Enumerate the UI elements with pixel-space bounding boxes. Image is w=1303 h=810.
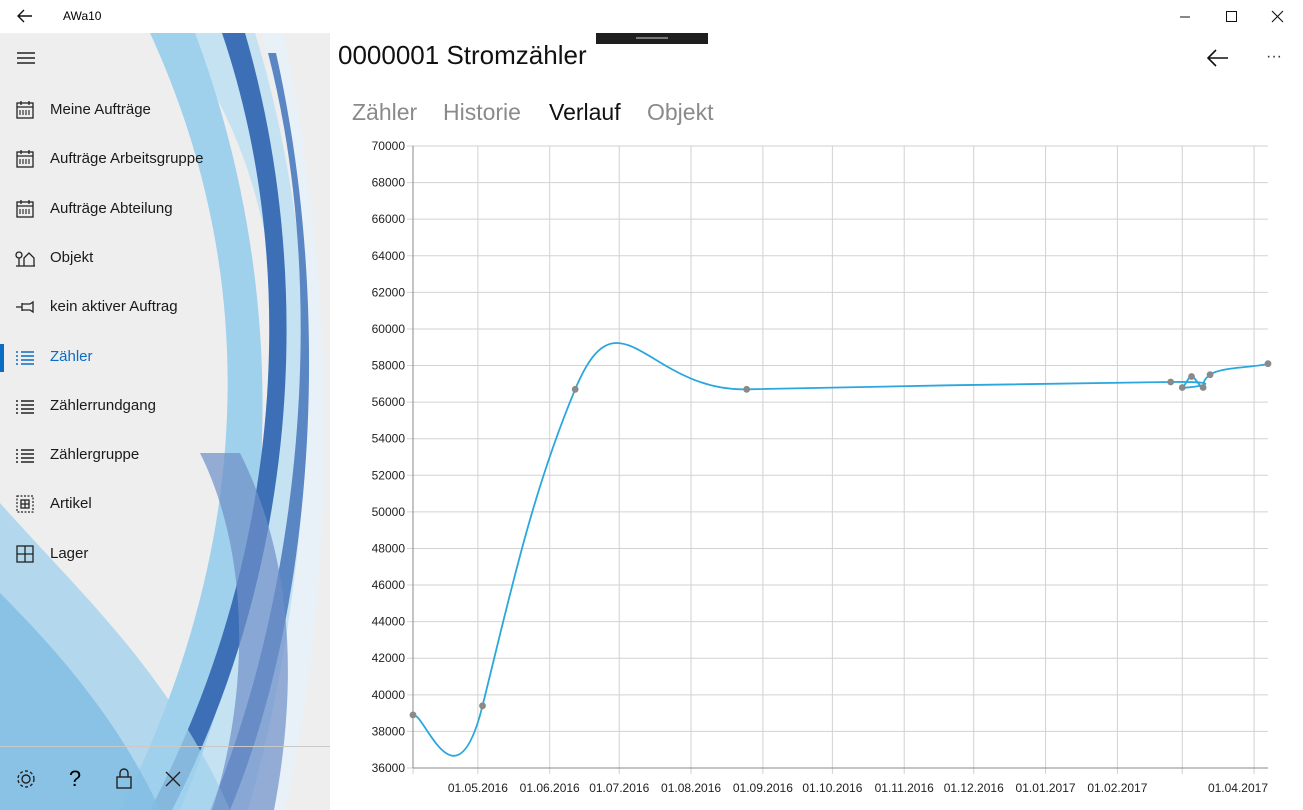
list-icon	[16, 400, 34, 414]
lock-icon	[116, 768, 132, 789]
sidebar-item-zaehlerrundgang[interactable]: Zählerrundgang	[0, 382, 330, 431]
tab-zaehler[interactable]: Zähler	[352, 99, 417, 126]
minimize-button[interactable]	[1162, 0, 1208, 33]
tab-verlauf[interactable]: Verlauf	[549, 99, 621, 126]
sidebar-item-lager[interactable]: Lager	[0, 530, 330, 579]
data-point	[479, 702, 486, 710]
y-tick-label: 58000	[372, 359, 406, 373]
y-tick-label: 70000	[372, 139, 406, 153]
sidebar-item-kein-aktiver-auftrag[interactable]: kein aktiver Auftrag	[0, 283, 330, 332]
y-tick-label: 64000	[372, 249, 406, 263]
close-window-button[interactable]	[1254, 0, 1300, 33]
x-tick-label: 01.04.2017	[1208, 781, 1268, 795]
sidebar-item-label: Objekt	[50, 248, 94, 266]
title-bar: AWa10	[0, 0, 1303, 33]
y-tick-label: 68000	[372, 176, 406, 190]
sidebar-item-label: Zähler	[50, 347, 93, 365]
y-tick-label: 38000	[372, 724, 406, 738]
sidebar-item-label: kein aktiver Auftrag	[50, 298, 178, 316]
sidebar-item-label: Aufträge Abteilung	[50, 199, 173, 217]
sidebar-item-label: Artikel	[50, 495, 92, 513]
x-tick-label: 01.11.2016	[875, 781, 934, 795]
y-tick-label: 48000	[372, 541, 406, 555]
x-tick-label: 01.10.2016	[802, 781, 862, 795]
sidebar-item-label: Zählergruppe	[50, 446, 140, 464]
list-icon	[16, 350, 34, 365]
help-button[interactable]: ?	[62, 766, 88, 792]
exit-button[interactable]	[160, 766, 186, 792]
y-tick-label: 50000	[372, 505, 406, 519]
y-tick-label: 44000	[372, 615, 406, 629]
y-tick-label: 36000	[372, 761, 406, 775]
close-icon	[165, 771, 181, 787]
sidebar-item-label: Zählerrundgang	[50, 396, 156, 414]
active-indicator	[0, 343, 4, 372]
data-point	[1206, 371, 1214, 379]
sidebar-item-objekt[interactable]: Objekt	[0, 234, 330, 283]
sidebar-divider	[0, 746, 330, 747]
y-tick-label: 40000	[372, 688, 406, 702]
window-title: AWa10	[63, 9, 102, 23]
back-arrow-icon[interactable]	[10, 4, 40, 28]
gear-icon	[17, 770, 35, 788]
box-icon	[16, 495, 34, 513]
more-options-button[interactable]: ···	[1262, 45, 1292, 71]
y-tick-label: 52000	[372, 468, 406, 482]
x-tick-label: 01.05.2016	[448, 781, 508, 795]
tab-historie[interactable]: Historie	[443, 99, 521, 126]
x-tick-label: 01.08.2016	[661, 781, 721, 795]
more-icon: ···	[1266, 48, 1282, 65]
data-point	[1167, 378, 1175, 386]
settings-button[interactable]	[13, 766, 39, 792]
maximize-button[interactable]	[1208, 0, 1254, 33]
y-tick-label: 62000	[372, 285, 406, 299]
data-point	[743, 385, 751, 393]
page-title: 0000001 Stromzähler	[338, 40, 587, 70]
data-point	[1199, 384, 1207, 391]
calendar-icon	[16, 199, 34, 218]
sidebar-item-zaehler[interactable]: Zähler	[0, 333, 330, 382]
series-line	[412, 342, 1269, 757]
y-tick-label: 56000	[372, 395, 406, 409]
calendar-icon	[16, 101, 34, 119]
data-point	[571, 385, 579, 393]
y-tick-label: 54000	[372, 432, 406, 446]
drag-handle[interactable]	[596, 33, 708, 44]
sidebar-item-auftraege-arbeitsgruppe[interactable]: Aufträge Arbeitsgruppe	[0, 135, 330, 184]
home-icon	[15, 251, 35, 267]
x-tick-label: 01.02.2017	[1087, 781, 1147, 795]
pin-icon	[16, 300, 34, 314]
grid-icon	[16, 545, 34, 563]
sidebar-item-label: Aufträge Arbeitsgruppe	[50, 150, 204, 168]
sidebar-item-label: Meine Aufträge	[50, 101, 151, 118]
x-tick-label: 01.12.2016	[944, 781, 1004, 795]
sidebar-item-meine-auftraege[interactable]: Meine Aufträge	[0, 86, 330, 135]
sidebar-item-label: Lager	[50, 544, 89, 562]
data-point	[1264, 360, 1272, 368]
help-icon: ?	[68, 766, 82, 791]
data-point	[409, 711, 417, 719]
x-tick-label: 01.01.2017	[1016, 781, 1076, 795]
tab-objekt[interactable]: Objekt	[647, 99, 713, 126]
list-icon	[16, 449, 34, 463]
x-tick-label: 01.06.2016	[520, 781, 580, 795]
x-tick-label: 01.07.2016	[589, 781, 649, 795]
y-tick-label: 42000	[372, 651, 406, 665]
y-tick-label: 66000	[372, 212, 406, 226]
page-back-button[interactable]	[1203, 45, 1233, 71]
sidebar-item-zaehlergruppe[interactable]: Zählergruppe	[0, 431, 330, 480]
sidebar: Meine Aufträge Aufträge Arbeitsgruppe Auft…	[0, 33, 330, 810]
y-tick-label: 60000	[372, 322, 406, 336]
data-point	[1188, 373, 1195, 380]
consumption-line-chart: 36000 38000 40000 42000 44000 46000 48000 50000…	[372, 139, 1272, 795]
hamburger-menu-icon[interactable]	[10, 45, 42, 71]
calendar-icon	[16, 150, 34, 168]
x-tick-label: 01.09.2016	[733, 781, 793, 795]
sidebar-item-auftraege-abteilung[interactable]: Aufträge Abteilung	[0, 185, 330, 234]
back-arrow-icon	[1206, 49, 1228, 67]
sidebar-item-artikel[interactable]: Artikel	[0, 480, 330, 529]
lock-button[interactable]	[111, 766, 137, 792]
y-tick-label: 46000	[372, 578, 406, 592]
data-point	[1178, 384, 1186, 391]
